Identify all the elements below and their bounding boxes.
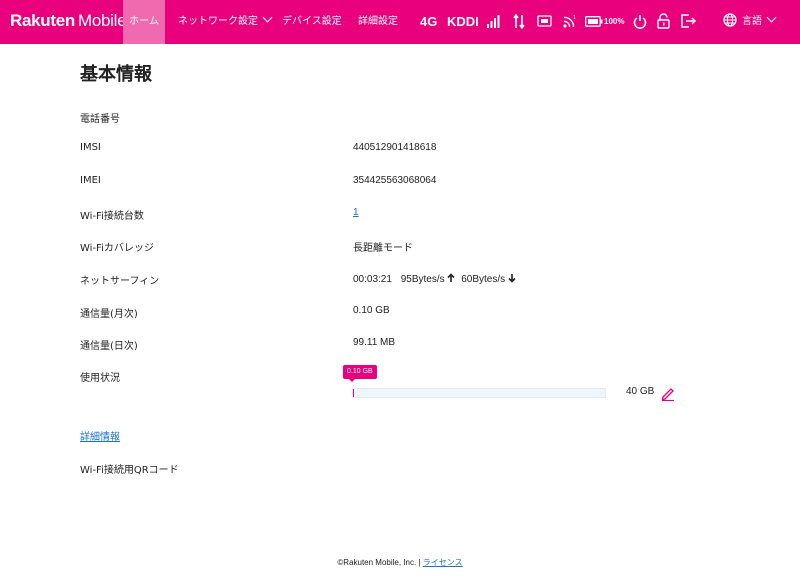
value-monthly-usage: 0.10 GB (353, 305, 390, 316)
footer: ©Rakuten Mobile, Inc. | ライセンス (0, 557, 800, 568)
label-net-surfing: ネットサーフィン (80, 276, 160, 287)
chevron-down-icon (766, 12, 777, 23)
wifi-qr-code-label: Wi-Fi接続用QRコード (80, 465, 179, 476)
carrier-name: KDDI (447, 14, 479, 29)
usage-capacity: 40 GB (626, 386, 655, 397)
edit-pencil-icon[interactable] (660, 385, 676, 401)
label-usage-status: 使用状況 (80, 373, 120, 384)
value-imsi: 440512901418618 (353, 142, 437, 153)
nav-network-settings[interactable]: ネットワーク設定 (178, 0, 273, 44)
power-icon[interactable] (633, 14, 647, 29)
label-daily-usage: 通信量(日次) (80, 341, 138, 352)
nav-network-settings-label: ネットワーク設定 (178, 16, 258, 27)
wifi-icon: 1 (563, 15, 576, 28)
lock-icon[interactable] (657, 13, 670, 29)
details-link[interactable]: 詳細情報 (80, 428, 120, 443)
nav-home-label: ホーム (129, 16, 159, 27)
usage-tooltip: 0.10 GB (343, 365, 377, 382)
upload-arrow-icon (447, 273, 455, 282)
value-net-surfing: 00:03:21 95Bytes/s 60Bytes/s (353, 272, 516, 285)
copyright-text: ©Rakuten Mobile, Inc. (337, 558, 417, 567)
page-title: 基本情報 (80, 64, 152, 85)
nav-advanced-settings-label: 詳細設定 (358, 16, 398, 27)
battery-icon (585, 16, 603, 27)
network-type: 4G (420, 14, 438, 29)
signal-bars-icon (487, 15, 500, 28)
chevron-down-icon (262, 12, 273, 23)
svg-text:1: 1 (573, 15, 576, 21)
wifi-connections-link[interactable]: 1 (353, 207, 359, 218)
nav-home[interactable]: ホーム (123, 0, 165, 44)
download-speed: 60Bytes/s (461, 274, 506, 285)
value-daily-usage: 99.11 MB (353, 337, 396, 348)
surfing-time: 00:03:21 (353, 274, 392, 285)
label-wifi-coverage: Wi-Fiカバレッジ (80, 243, 154, 254)
rakuten-mobile-logo[interactable]: Rakuten Mobile (10, 11, 127, 31)
language-label: 言語 (742, 16, 762, 27)
label-monthly-usage: 通信量(月次) (80, 309, 138, 320)
nav-device-settings[interactable]: デバイス設定 (282, 0, 342, 44)
license-link[interactable]: ライセンス (423, 558, 463, 567)
sim-icon (537, 15, 552, 27)
globe-icon (723, 13, 737, 27)
label-wifi-connections: Wi-Fi接続台数 (80, 211, 144, 222)
logout-icon[interactable] (680, 13, 696, 29)
data-transfer-icon (513, 14, 525, 29)
battery-level: 100% (604, 17, 625, 26)
usage-progress-fill (353, 389, 354, 397)
brand-sub: Mobile (77, 11, 127, 30)
nav-advanced-settings[interactable]: 詳細設定 (358, 0, 398, 44)
nav-device-settings-label: デバイス設定 (282, 16, 342, 27)
language-selector[interactable]: 言語 (723, 0, 777, 44)
brand-main: Rakuten (10, 11, 75, 30)
label-phone-number: 電話番号 (80, 114, 120, 125)
usage-progress-bar (352, 388, 606, 398)
footer-separator: | (418, 558, 421, 567)
value-imei: 354425563068064 (353, 175, 437, 186)
label-imei: IMEI (80, 175, 101, 186)
label-imsi: IMSI (80, 142, 101, 153)
top-navigation-bar: Rakuten Mobile ホーム ネットワーク設定 デバイス設定 詳細設定 4… (0, 0, 800, 44)
upload-speed: 95Bytes/s (400, 274, 445, 285)
value-wifi-coverage: 長距離モード (353, 243, 413, 254)
download-arrow-icon (508, 274, 516, 283)
